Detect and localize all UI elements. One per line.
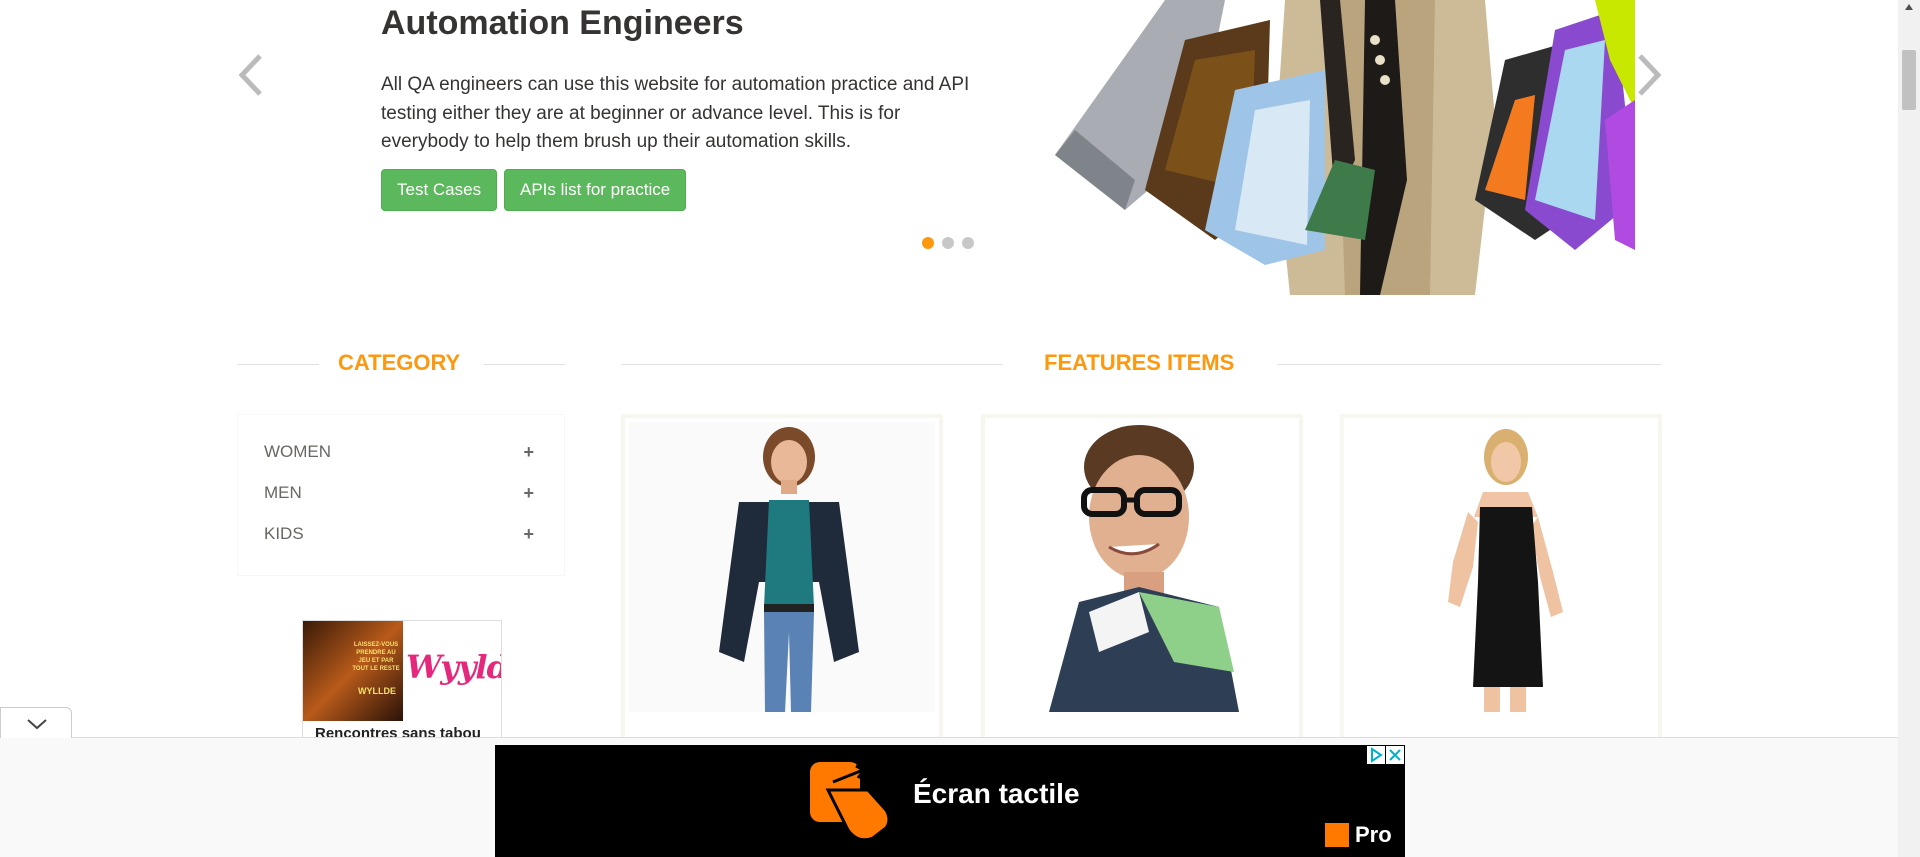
ad-image-text: LAISSEZ-VOUS PRENDRE AU JEU ET PAR TOUT …: [352, 642, 400, 672]
features-title: FEATURES ITEMS: [1044, 350, 1235, 375]
ad-image-brand: WYLLDE: [358, 686, 396, 696]
product-image: [629, 422, 935, 712]
plus-icon[interactable]: +: [523, 483, 534, 504]
ad-pro-label: Pro: [1355, 822, 1392, 847]
features-title-wrap: FEATURES ITEMS: [621, 350, 1661, 380]
plus-icon[interactable]: +: [523, 442, 534, 463]
slider-indicators: [922, 237, 974, 249]
bottom-advertisement[interactable]: Écran tactile Pro: [495, 745, 1405, 857]
page: Automation Engineers All QA engineers ca…: [0, 0, 1920, 857]
ad-choices-icon[interactable]: [1367, 746, 1385, 764]
product-image: [1348, 422, 1654, 712]
category-title-wrap: CATEGORY: [237, 350, 565, 380]
scrollbar-thumb[interactable]: [1902, 50, 1916, 110]
category-item-label: MEN: [264, 483, 302, 502]
product-image: [989, 422, 1295, 712]
title-divider: [621, 364, 1003, 365]
slider-prev-arrow[interactable]: [232, 50, 272, 100]
slider-dot-1[interactable]: [922, 237, 934, 249]
title-divider: [484, 364, 565, 365]
hero-description: All QA engineers can use this website fo…: [381, 74, 970, 152]
test-cases-button[interactable]: Test Cases: [381, 169, 498, 211]
hero-heading: Automation Engineers: [381, 4, 744, 42]
product-card[interactable]: [621, 414, 943, 744]
apis-list-button[interactable]: APIs list for practice: [504, 169, 687, 211]
chevron-right-icon: [1638, 54, 1662, 96]
touch-screen-icon: [810, 762, 891, 842]
category-title: CATEGORY: [338, 350, 461, 375]
product-card[interactable]: [1340, 414, 1662, 744]
close-icon[interactable]: [1386, 746, 1404, 764]
category-item-women[interactable]: WOMEN +: [264, 442, 534, 472]
hero-image: [1035, 0, 1635, 295]
scroll-up-arrow-icon[interactable]: [1904, 2, 1914, 12]
ad-brand-logo: Wyylde: [406, 648, 501, 686]
category-item-label: KIDS: [264, 524, 304, 543]
slider-next-arrow[interactable]: [1628, 50, 1668, 100]
collapse-ad-button[interactable]: [0, 707, 72, 738]
vertical-scrollbar[interactable]: [1898, 0, 1920, 857]
plus-icon[interactable]: +: [523, 524, 534, 545]
product-card[interactable]: [981, 414, 1303, 744]
title-divider: [1278, 364, 1661, 365]
ad-image: LAISSEZ-VOUS PRENDRE AU JEU ET PAR TOUT …: [303, 621, 403, 721]
orange-logo-icon: [1325, 823, 1349, 847]
chevron-left-icon: [238, 54, 262, 96]
category-item-kids[interactable]: KIDS +: [264, 524, 534, 554]
chevron-down-icon: [27, 719, 47, 730]
category-panel: WOMEN + MEN + KIDS +: [237, 414, 565, 576]
ad-headline: Écran tactile: [913, 778, 1080, 809]
category-item-men[interactable]: MEN +: [264, 483, 534, 513]
slider-dot-3[interactable]: [962, 237, 974, 249]
slider-dot-2[interactable]: [942, 237, 954, 249]
title-divider: [237, 364, 319, 365]
category-item-label: WOMEN: [264, 442, 332, 461]
left-advertisement[interactable]: LAISSEZ-VOUS PRENDRE AU JEU ET PAR TOUT …: [302, 620, 502, 740]
